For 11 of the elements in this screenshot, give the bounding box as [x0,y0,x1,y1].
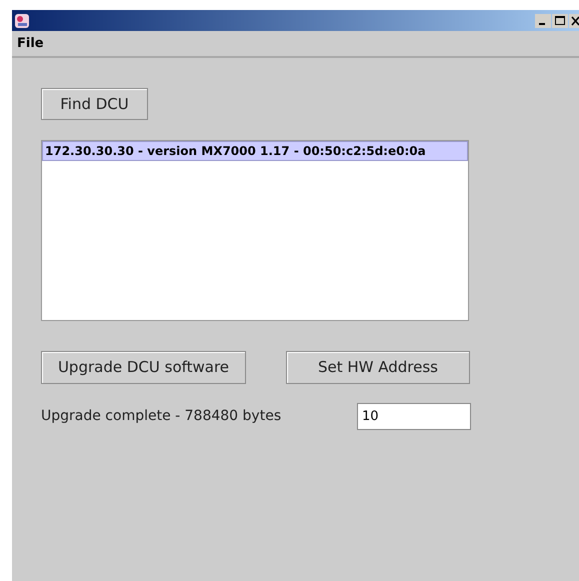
menu-item[interactable]: File [15,34,46,54]
list-item[interactable]: 172.30.30.30 - version MX7000 1.17 - 00:50:c2:5d:e0:0a [42,141,468,161]
status-text: Upgrade complete - 788480 bytes [41,407,282,426]
upgrade-button[interactable]: Upgrade DCU software [41,351,246,384]
close-icon[interactable] [569,14,579,28]
app-icon [14,12,30,28]
find-dcu-button[interactable]: Find DCU [41,88,148,120]
set-address-button[interactable]: Set HW Address [286,351,470,384]
input-field[interactable]: 10 [357,403,471,430]
minimize-icon[interactable] [535,14,551,28]
maximize-icon[interactable] [552,14,568,28]
